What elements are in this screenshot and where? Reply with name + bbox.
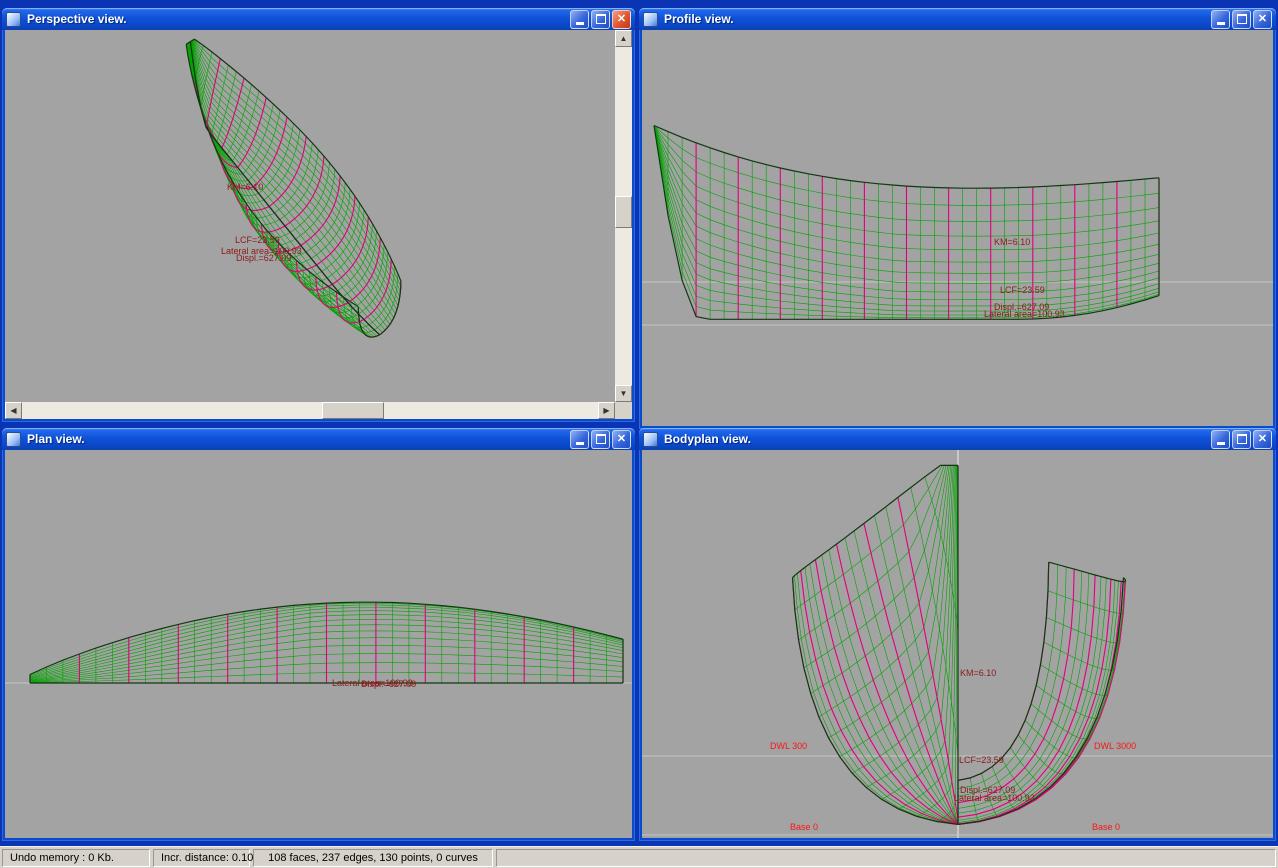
status-undo-memory: Undo memory : 0 Kb. (2, 849, 150, 867)
maximize-button[interactable] (591, 430, 610, 449)
scroll-up-button[interactable]: ▲ (615, 30, 632, 47)
scroll-down-button[interactable]: ▼ (615, 385, 632, 402)
scroll-up-icon: ▲ (620, 35, 628, 43)
minimize-button[interactable] (570, 430, 589, 449)
maximize-icon (1237, 434, 1247, 444)
perspective-viewport[interactable]: KM=6.10 LCF=23.59 Lateral area=100.93 Di… (5, 30, 615, 402)
profile-hull-canvas[interactable] (642, 30, 1273, 426)
window-profile: Profile view. ✕ KM=6.10 LCF=23.59 Displ.… (639, 8, 1276, 429)
label-base-right: Base 0 (1092, 822, 1120, 832)
annotation-km: KM=6.10 (994, 237, 1030, 247)
maximize-icon (596, 14, 606, 24)
annotation-lcf: LCF=23.59 (959, 755, 1004, 765)
maximize-icon (596, 434, 606, 444)
profile-viewport[interactable]: KM=6.10 LCF=23.59 Displ.=627.09 Lateral … (642, 30, 1273, 426)
status-model-counts: 108 faces, 237 edges, 130 points, 0 curv… (253, 849, 493, 867)
perspective-hull-canvas[interactable] (5, 30, 615, 402)
window-icon (6, 12, 21, 27)
annotation-km: KM=6.10 (960, 668, 996, 678)
window-perspective: Perspective view. ✕ KM=6.10 LCF=23.59 La… (2, 8, 635, 422)
window-icon (6, 432, 21, 447)
scroll-down-icon: ▼ (620, 390, 628, 398)
window-title: Profile view. (662, 12, 1207, 26)
annotation-lcf: LCF=23.59 (1000, 285, 1045, 295)
titlebar-profile[interactable]: Profile view. ✕ (639, 8, 1276, 30)
minimize-icon (1217, 22, 1225, 25)
titlebar-perspective[interactable]: Perspective view. ✕ (2, 8, 635, 30)
vertical-scroll-track[interactable] (615, 47, 632, 385)
vertical-scrollbar[interactable]: ▲ ▼ (615, 30, 632, 402)
window-icon (643, 12, 658, 27)
annotation-lateral-area: Lateral area=100.93 (984, 309, 1065, 319)
annotation-displacement: Displ.=627.09 (361, 679, 416, 689)
scrollbar-corner (615, 402, 632, 419)
label-dwl-right: DWL 3000 (1094, 741, 1136, 751)
plan-hull-canvas[interactable] (5, 450, 632, 838)
minimize-button[interactable] (570, 10, 589, 29)
minimize-button[interactable] (1211, 10, 1230, 29)
minimize-icon (1217, 442, 1225, 445)
bodyplan-viewport[interactable]: KM=6.10 LCF=23.59 Displ.=627.09 Lateral … (642, 450, 1273, 838)
close-button[interactable]: ✕ (1253, 10, 1272, 29)
scroll-right-icon: ▶ (603, 407, 609, 415)
titlebar-plan[interactable]: Plan view. ✕ (2, 428, 635, 450)
bodyplan-hull-canvas[interactable] (642, 450, 1273, 838)
minimize-icon (576, 442, 584, 445)
maximize-button[interactable] (1232, 10, 1251, 29)
horizontal-scroll-thumb[interactable] (322, 402, 384, 419)
window-title: Perspective view. (25, 12, 566, 26)
label-base-left: Base 0 (790, 822, 818, 832)
scroll-left-button[interactable]: ◀ (5, 402, 22, 419)
window-bodyplan: Bodyplan view. ✕ KM=6.10 LCF=23.59 Displ… (639, 428, 1276, 841)
plan-viewport[interactable]: Lateral area=100.93 Displ.=627.09 (5, 450, 632, 838)
vertical-scroll-thumb[interactable] (615, 196, 632, 228)
annotation-lateral-area: Lateral area=100.93 (954, 793, 1035, 803)
close-button[interactable]: ✕ (612, 10, 631, 29)
window-plan: Plan view. ✕ Lateral area=100.93 Displ.=… (2, 428, 635, 841)
window-icon (643, 432, 658, 447)
maximize-icon (1237, 14, 1247, 24)
status-filler (496, 849, 1276, 867)
annotation-displacement: Displ.=627.09 (236, 253, 291, 263)
annotation-km: KM=6.10 (227, 182, 263, 192)
horizontal-scrollbar[interactable]: ◀ ▶ (5, 402, 615, 419)
scroll-left-icon: ◀ (10, 407, 16, 415)
minimize-button[interactable] (1211, 430, 1230, 449)
close-button[interactable]: ✕ (612, 430, 631, 449)
horizontal-scroll-track[interactable] (22, 402, 598, 419)
window-title: Plan view. (25, 432, 566, 446)
annotation-lcf: LCF=23.59 (235, 235, 280, 245)
label-dwl-left: DWL 300 (770, 741, 807, 751)
maximize-button[interactable] (591, 10, 610, 29)
titlebar-bodyplan[interactable]: Bodyplan view. ✕ (639, 428, 1276, 450)
scroll-right-button[interactable]: ▶ (598, 402, 615, 419)
close-button[interactable]: ✕ (1253, 430, 1272, 449)
status-incr-distance: Incr. distance: 0.10 (153, 849, 250, 867)
status-bar: Undo memory : 0 Kb. Incr. distance: 0.10… (0, 846, 1278, 868)
maximize-button[interactable] (1232, 430, 1251, 449)
window-title: Bodyplan view. (662, 432, 1207, 446)
minimize-icon (576, 22, 584, 25)
